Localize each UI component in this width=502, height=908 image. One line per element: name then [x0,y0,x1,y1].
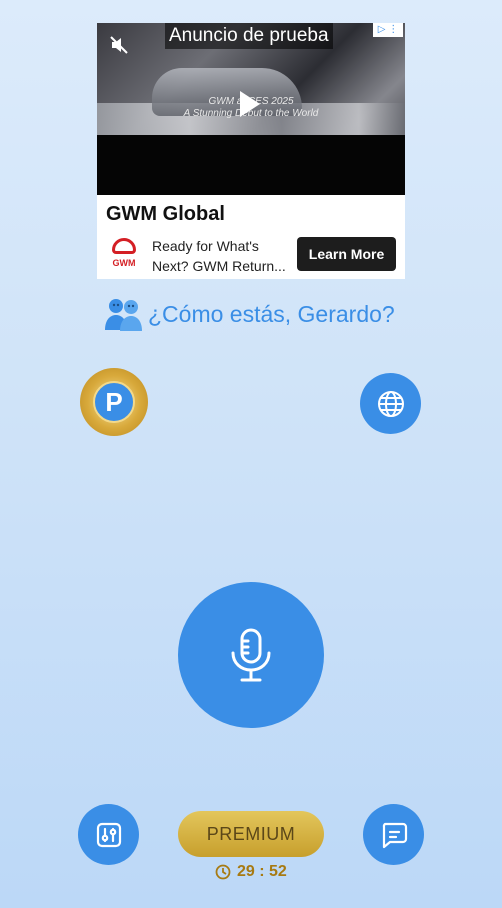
video-shadow [97,135,405,195]
ad-video[interactable]: Anuncio de prueba ▷ ⋮ GWM at CES 2025 A … [97,23,405,195]
greeting-text: ¿Cómo estás, Gerardo? [148,300,395,327]
clock-icon [215,864,231,880]
sliders-icon [96,822,121,847]
ad-title[interactable]: GWM Global [106,203,225,226]
gwm-logo: GWM [109,238,139,278]
microphone-button[interactable] [178,582,324,728]
timer-text: 29 : 52 [237,863,287,880]
ad-description: Ready for What's Next? GWM Return... [152,238,286,274]
premium-button[interactable]: PREMIUM [178,811,324,857]
chat-button[interactable] [363,804,424,865]
ad-banner[interactable]: Anuncio de prueba ▷ ⋮ GWM at CES 2025 A … [97,23,405,279]
globe-icon [377,390,404,417]
language-button[interactable] [360,373,421,434]
premium-badge-letter: P [93,381,135,423]
people-icon [104,296,144,332]
premium-badge[interactable]: P [80,368,148,436]
greeting: ¿Cómo estás, Gerardo? [104,296,395,332]
learn-more-button[interactable]: Learn More [297,237,396,271]
ad-label: Anuncio de prueba [165,23,333,49]
gwm-logo-mark [112,238,136,254]
gwm-logo-text: GWM [112,258,136,268]
adchoices-icon[interactable]: ▷ ⋮ [373,23,403,37]
settings-button[interactable] [78,804,139,865]
mute-icon[interactable] [109,35,129,55]
microphone-icon [231,628,271,682]
session-timer: 29 : 52 [215,862,287,882]
play-icon[interactable] [240,91,260,117]
chat-icon [382,822,407,848]
